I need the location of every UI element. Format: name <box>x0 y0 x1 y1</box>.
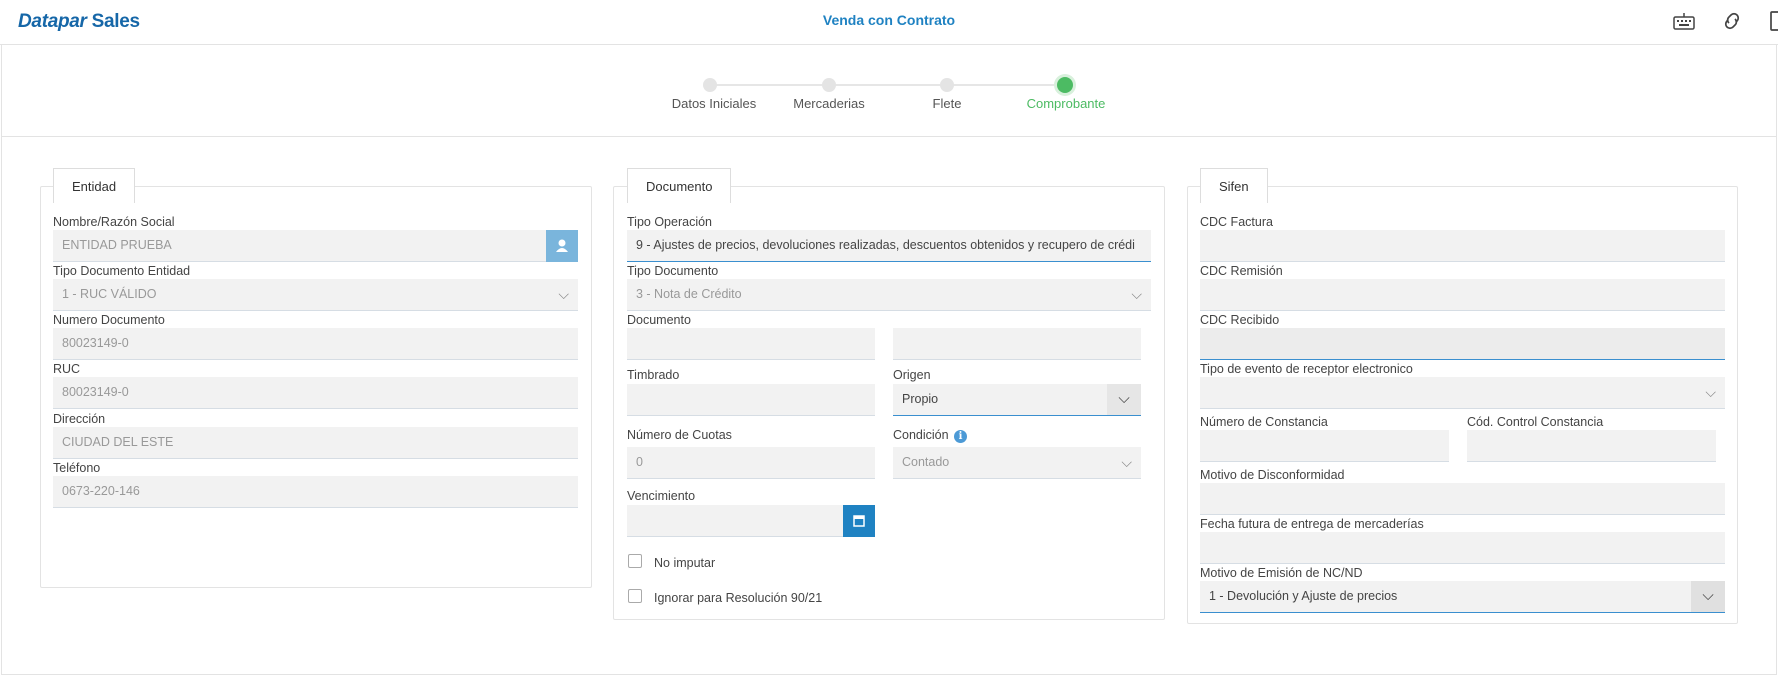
numero-documento-label: Numero Documento <box>53 313 165 327</box>
direccion-field[interactable]: CIUDAD DEL ESTE <box>53 427 578 459</box>
keyboard-icon[interactable] <box>1672 9 1698 33</box>
wizard-container <box>1 45 1777 137</box>
numero-constancia-label: Número de Constancia <box>1200 415 1328 429</box>
info-icon[interactable]: i <box>954 430 967 443</box>
step-label-comprobante[interactable]: Comprobante <box>1006 96 1126 111</box>
chevron-down-icon: ⌵ <box>1705 384 1716 400</box>
ignorar-resolucion-checkbox[interactable] <box>628 589 642 603</box>
documento-label: Documento <box>627 313 691 327</box>
origen-select[interactable]: Propio ⌵ <box>893 384 1141 416</box>
ruc-field[interactable]: 80023149-0 <box>53 377 578 409</box>
step-dot-datos-iniciales[interactable] <box>703 78 717 92</box>
cod-control-field[interactable] <box>1467 430 1716 462</box>
cdc-factura-field[interactable] <box>1200 230 1725 262</box>
step-label-flete[interactable]: Flete <box>887 96 1007 111</box>
motivo-disconformidad-label: Motivo de Disconformidad <box>1200 468 1345 482</box>
sifen-legend: Sifen <box>1200 168 1268 203</box>
tipo-documento-label: Tipo Documento <box>627 264 719 278</box>
step-dot-flete[interactable] <box>940 78 954 92</box>
chevron-down-icon: ⌵ <box>1121 454 1132 470</box>
calendar-icon <box>853 515 865 527</box>
documento-field-2[interactable] <box>893 328 1141 360</box>
nombre-label: Nombre/Razón Social <box>53 215 175 229</box>
wizard-progress-line <box>710 84 1065 86</box>
no-imputar-checkbox[interactable] <box>628 554 642 568</box>
tipo-operacion-select[interactable]: 9 - Ajustes de precios, devoluciones rea… <box>627 230 1151 262</box>
tipo-doc-entidad-select[interactable]: 1 - RUC VÁLIDO ⌵ <box>53 279 578 311</box>
user-icon <box>556 239 568 252</box>
step-label-mercaderias[interactable]: Mercaderias <box>769 96 889 111</box>
tipo-documento-value: 3 - Nota de Crédito <box>636 287 742 301</box>
motivo-emision-value: 1 - Devolución y Ajuste de precios <box>1209 589 1398 603</box>
vencimiento-label: Vencimiento <box>627 489 696 503</box>
tipo-evento-select[interactable]: ⌵ <box>1200 377 1725 409</box>
timbrado-field[interactable] <box>627 384 875 416</box>
direccion-label: Dirección <box>53 412 106 426</box>
origen-value: Propio <box>902 392 939 406</box>
numero-constancia-field[interactable] <box>1200 430 1449 462</box>
documento-legend: Documento <box>627 168 732 203</box>
cdc-recibido-field[interactable] <box>1200 328 1725 360</box>
chevron-down-icon: ⌵ <box>558 286 569 302</box>
motivo-disconformidad-field[interactable] <box>1200 483 1725 515</box>
step-dot-mercaderias[interactable] <box>822 78 836 92</box>
entity-lookup-button[interactable] <box>546 230 578 262</box>
fecha-futura-label: Fecha futura de entrega de mercaderías <box>1200 517 1424 531</box>
condicion-label: Condición <box>893 428 949 442</box>
vencimiento-field[interactable] <box>627 505 843 537</box>
ignorar-resolucion-label: Ignorar para Resolución 90/21 <box>654 591 823 605</box>
cod-control-label: Cód. Control Constancia <box>1467 415 1604 429</box>
step-label-datos-iniciales[interactable]: Datos Iniciales <box>654 96 774 111</box>
ruc-label: RUC <box>53 362 81 376</box>
page-title: Venda con Contrato <box>822 12 956 28</box>
cdc-remision-field[interactable] <box>1200 279 1725 311</box>
tipo-doc-entidad-value: 1 - RUC VÁLIDO <box>62 287 157 301</box>
chevron-down-icon[interactable]: ⌵ <box>1691 581 1725 612</box>
cuotas-field[interactable]: 0 <box>627 447 875 479</box>
timbrado-label: Timbrado <box>627 368 680 382</box>
numero-documento-field[interactable]: 80023149-0 <box>53 328 578 360</box>
documento-field-1[interactable] <box>627 328 875 360</box>
link-icon[interactable] <box>1720 9 1746 33</box>
calendar-button[interactable] <box>843 505 875 537</box>
cdc-remision-label: CDC Remisión <box>1200 264 1283 278</box>
document-icon[interactable] <box>1768 9 1778 33</box>
cdc-recibido-label: CDC Recibido <box>1200 313 1280 327</box>
fecha-futura-field[interactable] <box>1200 532 1725 564</box>
telefono-label: Teléfono <box>53 461 101 475</box>
entidad-legend: Entidad <box>53 168 136 203</box>
step-dot-comprobante[interactable] <box>1057 77 1073 93</box>
cuotas-label: Número de Cuotas <box>627 428 732 442</box>
chevron-down-icon: ⌵ <box>1131 286 1142 302</box>
tipo-documento-select[interactable]: 3 - Nota de Crédito ⌵ <box>627 279 1151 311</box>
cdc-factura-label: CDC Factura <box>1200 215 1273 229</box>
origen-label: Origen <box>893 368 931 382</box>
condicion-select[interactable]: Contado ⌵ <box>893 447 1141 479</box>
no-imputar-label: No imputar <box>654 556 716 570</box>
tipo-evento-label: Tipo de evento de receptor electronico <box>1200 362 1413 376</box>
chevron-down-icon[interactable]: ⌵ <box>1107 384 1141 415</box>
tipo-doc-entidad-label: Tipo Documento Entidad <box>53 264 191 278</box>
telefono-field[interactable]: 0673-220-146 <box>53 476 578 508</box>
nombre-field[interactable]: ENTIDAD PRUEBA <box>53 230 546 262</box>
tipo-operacion-label: Tipo Operación <box>627 215 712 229</box>
motivo-emision-select[interactable]: 1 - Devolución y Ajuste de precios ⌵ <box>1200 581 1725 613</box>
motivo-emision-label: Motivo de Emisión de NC/ND <box>1200 566 1363 580</box>
condicion-value: Contado <box>902 455 950 469</box>
